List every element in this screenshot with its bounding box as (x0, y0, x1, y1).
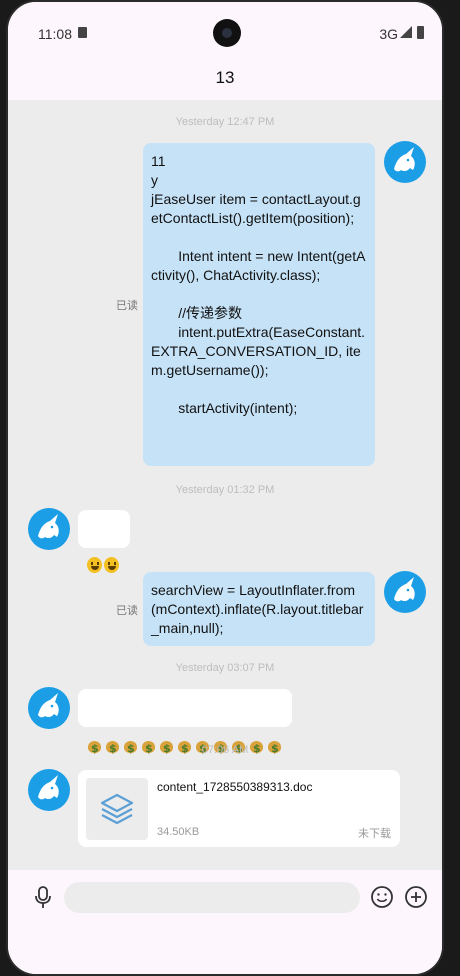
my-avatar[interactable] (384, 571, 426, 613)
signal-icon (400, 26, 412, 38)
battery-icon (417, 26, 424, 39)
message-bubble-incoming[interactable] (78, 510, 130, 573)
file-thumbnail (86, 778, 148, 840)
message-bubble-outgoing[interactable]: searchView = LayoutInflater.from(mContex… (143, 572, 375, 646)
contact-avatar[interactable] (28, 687, 70, 729)
contact-avatar[interactable] (28, 508, 70, 550)
read-receipt: 已读 (116, 300, 138, 312)
message-input[interactable] (64, 882, 360, 913)
unicorn-icon (394, 147, 415, 172)
network-type: 3G (379, 26, 398, 42)
read-receipt: 已读 (116, 605, 138, 617)
download-status: 未下载 (358, 828, 391, 840)
smiling-face-icon (104, 557, 119, 573)
status-bar: 11:08 3G (8, 2, 442, 60)
message-list[interactable]: Yesterday 12:47 PM 已读 11 y jEaseUser ite… (8, 100, 442, 870)
timestamp: Yesterday 12:47 PM (175, 116, 275, 128)
timestamp: Yesterday 03:07 PM (175, 662, 275, 674)
file-size: 34.50KB (157, 826, 200, 838)
file-name: content_1728550389313.doc (157, 780, 313, 794)
emoji-picker-icon[interactable] (369, 884, 395, 910)
smiling-face-icon (87, 557, 102, 573)
chat-header: 13 (8, 60, 442, 100)
unicorn-icon (394, 577, 415, 602)
message-bubble-outgoing[interactable]: 11 y jEaseUser item = contactLayout.getC… (143, 143, 375, 466)
microphone-icon[interactable] (30, 884, 56, 910)
layers-icon (100, 793, 134, 825)
input-bar (8, 870, 442, 926)
emoji-row (87, 557, 121, 573)
add-attachment-icon[interactable] (403, 884, 429, 910)
timestamp: Yesterday 01:32 PM (175, 484, 275, 496)
front-camera (213, 19, 241, 47)
chat-title: 13 (215, 68, 235, 87)
unicorn-icon (38, 693, 59, 718)
message-bubble-incoming[interactable] (78, 689, 292, 759)
unicorn-icon (38, 514, 59, 539)
navigation-bar (8, 926, 442, 974)
status-time: 11:08 (38, 26, 72, 42)
phone-screen: 11:08 3G 13 Yesterday 12:47 PM 已读 11 y j… (6, 0, 444, 976)
sd-card-icon (78, 27, 87, 38)
unicorn-icon (38, 775, 59, 800)
timestamp: 07:06 AM (201, 744, 249, 756)
contact-avatar[interactable] (28, 769, 70, 811)
my-avatar[interactable] (384, 141, 426, 183)
file-message[interactable]: content_1728550389313.doc 34.50KB 未下载 (78, 770, 400, 847)
